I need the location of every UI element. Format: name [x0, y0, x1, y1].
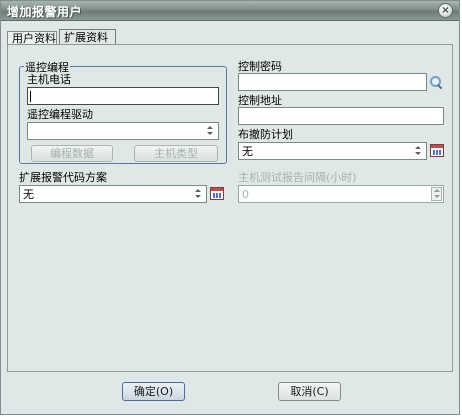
control-password-label: 控制密码	[238, 60, 282, 73]
spinner-arrows-icon	[431, 187, 442, 201]
host-test-interval-value: 0	[242, 188, 249, 201]
driver-select[interactable]	[27, 122, 219, 140]
spinner-arrows-icon[interactable]	[206, 126, 215, 136]
text-caret	[30, 91, 31, 102]
cancel-button[interactable]: 取消(C)	[278, 382, 341, 401]
tab-panel-extended: 遥控编程 主机电话 遥控编程驱动 编程数据 主机类型 扩展报警代码方案 无 控制…	[7, 44, 453, 372]
alarm-code-value: 无	[23, 188, 34, 201]
tab-user-info[interactable]: 用户资料	[7, 31, 57, 45]
host-phone-label: 主机电话	[27, 73, 71, 86]
tab-extended-info[interactable]: 扩展资料	[59, 29, 116, 45]
close-icon[interactable]: ×	[438, 3, 453, 18]
spinner-arrows-icon[interactable]	[194, 189, 203, 199]
host-type-button[interactable]: 主机类型	[134, 145, 218, 162]
spinner-arrows-icon[interactable]	[414, 146, 423, 156]
host-test-interval-label: 主机测试报告间隔(小时)	[238, 171, 357, 184]
alarm-code-label: 扩展报警代码方案	[19, 171, 107, 184]
title-bar[interactable]: 增加报警用户 ×	[1, 1, 459, 21]
calendar-icon[interactable]	[430, 144, 444, 157]
host-phone-input[interactable]	[27, 87, 219, 105]
arm-plan-select[interactable]: 无	[238, 142, 427, 160]
arm-plan-label: 布撤防计划	[238, 128, 293, 141]
ok-button[interactable]: 确定(O)	[122, 382, 185, 401]
dialog-window: 增加报警用户 × 用户资料 扩展资料 遥控编程 主机电话 遥控编程驱动 编程数据…	[0, 0, 460, 415]
calendar-icon[interactable]	[210, 187, 224, 200]
control-address-label: 控制地址	[238, 94, 282, 107]
window-title: 增加报警用户	[7, 5, 83, 19]
control-password-input[interactable]	[238, 73, 427, 91]
driver-label: 遥控编程驱动	[27, 108, 93, 121]
arm-plan-value: 无	[242, 145, 253, 158]
alarm-code-select[interactable]: 无	[19, 185, 207, 203]
control-address-input[interactable]	[238, 107, 444, 125]
host-test-interval-field: 0	[238, 185, 444, 203]
program-data-button[interactable]: 编程数据	[31, 145, 113, 162]
search-icon[interactable]	[429, 75, 443, 89]
